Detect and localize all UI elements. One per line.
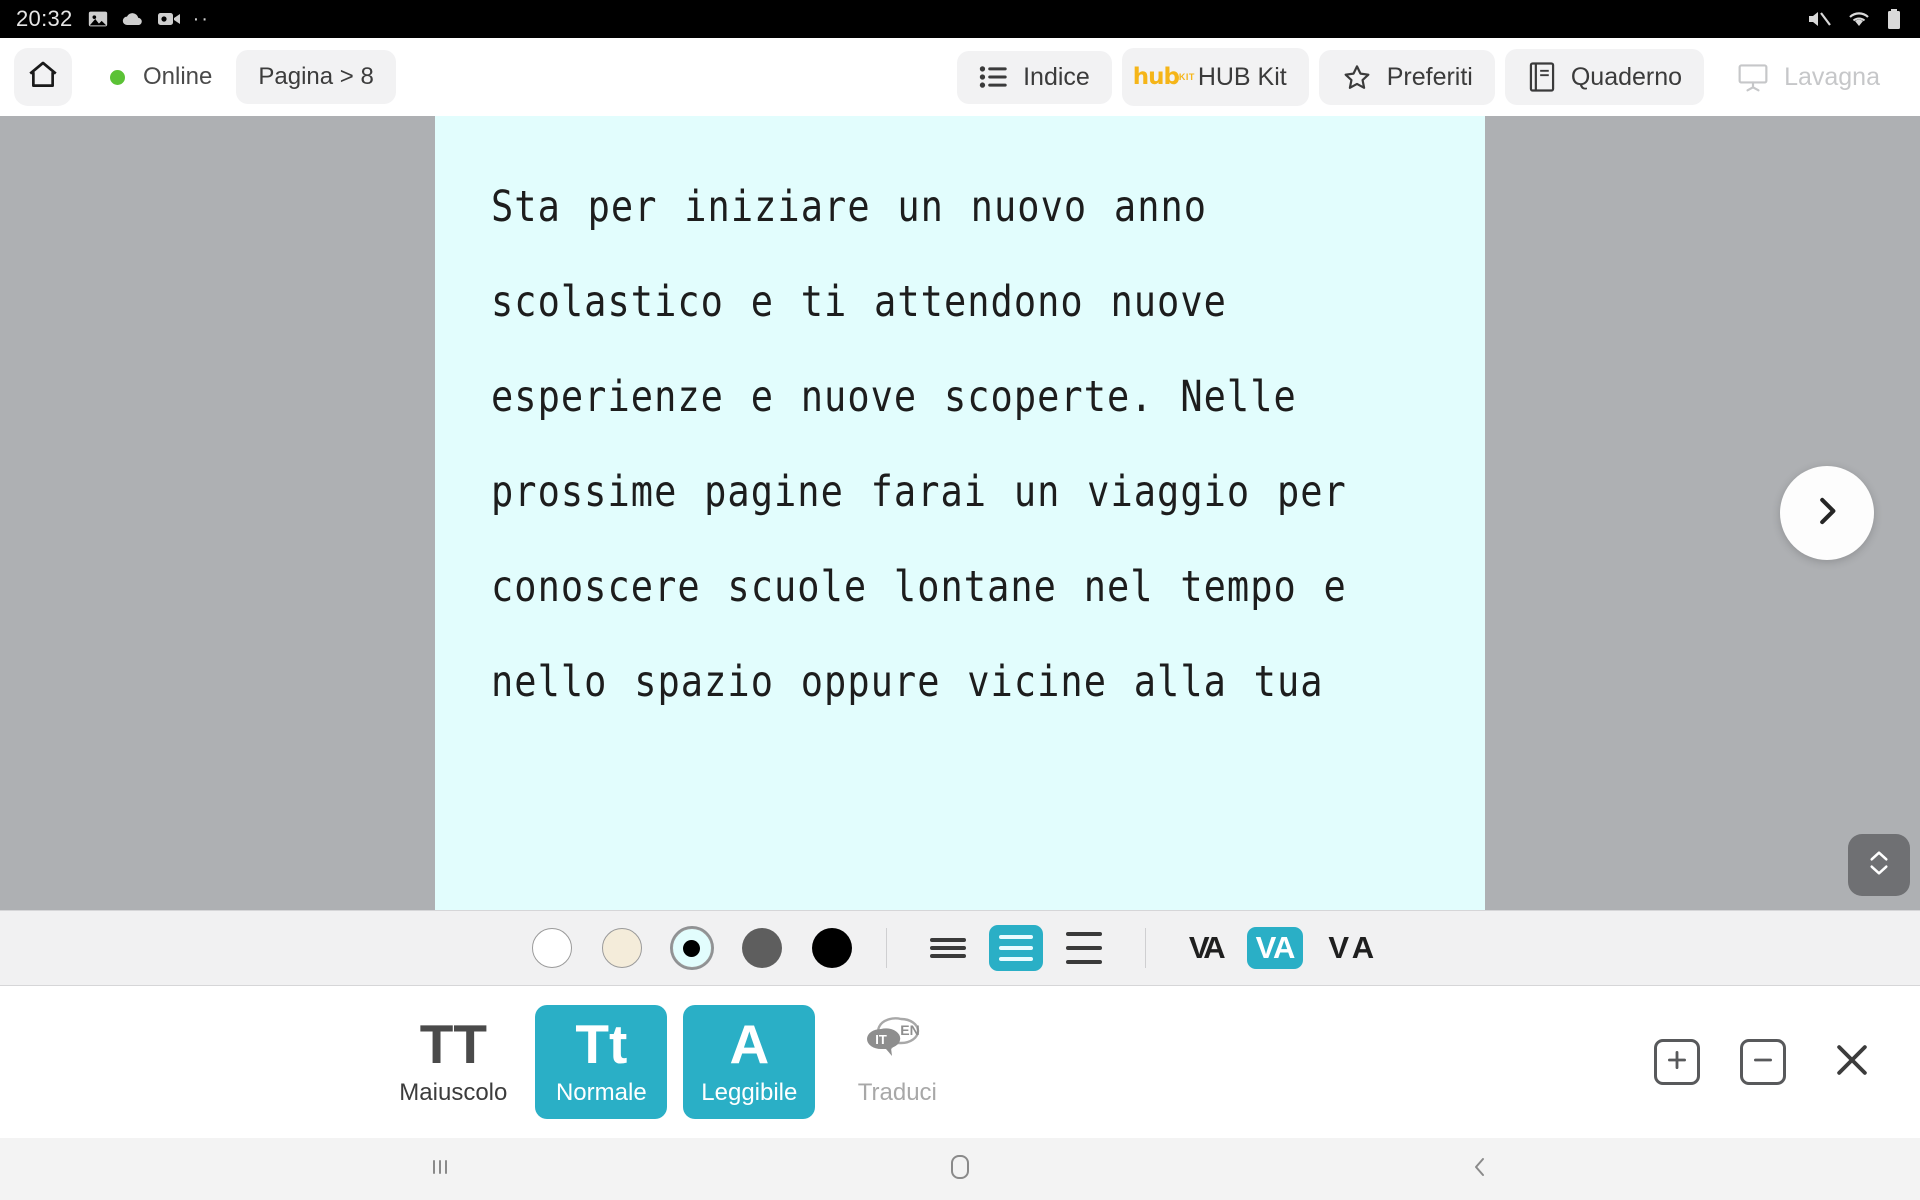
list-icon: [979, 64, 1009, 90]
more-dots-icon: ··: [193, 14, 210, 24]
maiuscolo-label: Maiuscolo: [399, 1079, 507, 1107]
accessibility-toolbar: VA VA VA: [0, 910, 1920, 986]
close-icon: [1830, 1038, 1874, 1087]
zoom-out-button[interactable]: [1740, 1039, 1786, 1085]
hubkit-button[interactable]: hub KIT HUB Kit: [1122, 48, 1309, 106]
online-status-dot: [110, 70, 125, 85]
recents-icon: [427, 1154, 453, 1185]
recents-button[interactable]: [395, 1144, 485, 1194]
image-icon: [87, 8, 109, 30]
scroll-handle[interactable]: [1848, 834, 1910, 896]
preferiti-button[interactable]: Preferiti: [1319, 50, 1495, 105]
leggibile-glyph: A: [729, 1015, 769, 1073]
font-mode-group: TT Maiuscolo Tt Normale A Leggibile EN I…: [387, 1005, 963, 1119]
home-button[interactable]: [14, 48, 72, 106]
hubkit-logo-word: hub: [1133, 66, 1179, 88]
swatch-cream[interactable]: [602, 928, 642, 968]
zoom-in-button[interactable]: [1654, 1039, 1700, 1085]
hubkit-logo-sub: KIT: [1179, 73, 1195, 82]
back-chevron-icon: [1467, 1153, 1493, 1186]
indice-label: Indice: [1023, 63, 1090, 92]
header-actions: Indice hub KIT HUB Kit Preferiti: [957, 48, 1902, 106]
app-root: 20:32 ··: [0, 0, 1920, 1200]
notebook-icon: [1527, 61, 1557, 93]
plus-icon: [1664, 1047, 1690, 1078]
font-size-controls: [1654, 1036, 1878, 1088]
cloud-icon: [121, 10, 145, 28]
chevron-right-icon: [1808, 492, 1846, 535]
svg-text:IT: IT: [876, 1032, 888, 1047]
translate-icon: EN IT: [861, 1015, 933, 1073]
swatch-white[interactable]: [532, 928, 572, 968]
hubkit-label: HUB Kit: [1198, 63, 1287, 92]
traduci-button[interactable]: EN IT Traduci: [831, 1005, 963, 1119]
app-header: Online Pagina > 8 Indice hub KIT: [0, 38, 1920, 116]
toolbar-divider-2: [1145, 928, 1146, 968]
preferiti-label: Preferiti: [1387, 63, 1473, 92]
letter-spacing-tight-button[interactable]: VA: [1180, 927, 1231, 969]
letter-spacing-group: VA VA VA: [1180, 927, 1388, 969]
status-bar-system-icons: [1806, 8, 1902, 30]
letter-spacing-wide-button[interactable]: VA: [1319, 927, 1388, 969]
quaderno-label: Quaderno: [1571, 63, 1682, 92]
battery-icon: [1886, 8, 1902, 30]
swatch-gray[interactable]: [742, 928, 782, 968]
minus-icon: [1750, 1047, 1776, 1078]
leggibile-label: Leggibile: [701, 1079, 797, 1107]
swatch-selected-dot: [683, 940, 700, 957]
maiuscolo-button[interactable]: TT Maiuscolo: [387, 1005, 519, 1119]
toolbar-divider-1: [886, 928, 887, 968]
status-bar-clock: 20:32: [16, 6, 73, 32]
hubkit-logo-icon: hub KIT: [1144, 60, 1184, 94]
swatch-light-cyan[interactable]: [672, 928, 712, 968]
maiuscolo-glyph: TT: [420, 1015, 487, 1073]
line-spacing-normal-button[interactable]: [989, 925, 1043, 971]
lavagna-button[interactable]: Lavagna: [1714, 50, 1902, 104]
star-icon: [1341, 62, 1373, 93]
online-status-label: Online: [143, 63, 212, 91]
wifi-icon: [1846, 8, 1872, 30]
page-indicator[interactable]: Pagina > 8: [236, 50, 395, 104]
reader-stage: Sta per iniziare un nuovo anno scolastic…: [0, 116, 1920, 910]
leggibile-button[interactable]: A Leggibile: [683, 1005, 815, 1119]
line-spacing-group: [921, 925, 1111, 971]
video-camera-icon: [157, 10, 181, 28]
normale-glyph: Tt: [575, 1015, 627, 1073]
whiteboard-icon: [1736, 62, 1770, 92]
normale-label: Normale: [556, 1079, 647, 1107]
letter-spacing-normal-button[interactable]: VA: [1247, 927, 1304, 969]
home-square-icon: [947, 1152, 973, 1187]
lavagna-label: Lavagna: [1784, 63, 1880, 92]
back-button[interactable]: [1435, 1144, 1525, 1194]
close-toolbar-button[interactable]: [1826, 1036, 1878, 1088]
chevron-up-down-icon: [1864, 846, 1894, 885]
mute-icon: [1806, 8, 1832, 30]
status-bar-notification-icons: ··: [87, 8, 210, 30]
svg-text:EN: EN: [901, 1022, 920, 1038]
home-icon: [26, 58, 60, 97]
book-page[interactable]: Sta per iniziare un nuovo anno scolastic…: [435, 116, 1485, 910]
swatch-black[interactable]: [812, 928, 852, 968]
traduci-label: Traduci: [858, 1079, 937, 1107]
page-body-text: Sta per iniziare un nuovo anno scolastic…: [491, 160, 1427, 730]
line-spacing-tight-button[interactable]: [921, 925, 975, 971]
quaderno-button[interactable]: Quaderno: [1505, 49, 1704, 105]
android-nav-bar: [0, 1138, 1920, 1200]
background-color-swatches: [532, 928, 852, 968]
line-spacing-wide-button[interactable]: [1057, 925, 1111, 971]
next-page-button[interactable]: [1780, 466, 1874, 560]
normale-button[interactable]: Tt Normale: [535, 1005, 667, 1119]
android-status-bar: 20:32 ··: [0, 0, 1920, 38]
font-toolbar: TT Maiuscolo Tt Normale A Leggibile EN I…: [0, 986, 1920, 1138]
indice-button[interactable]: Indice: [957, 51, 1112, 104]
home-button-nav[interactable]: [915, 1144, 1005, 1194]
